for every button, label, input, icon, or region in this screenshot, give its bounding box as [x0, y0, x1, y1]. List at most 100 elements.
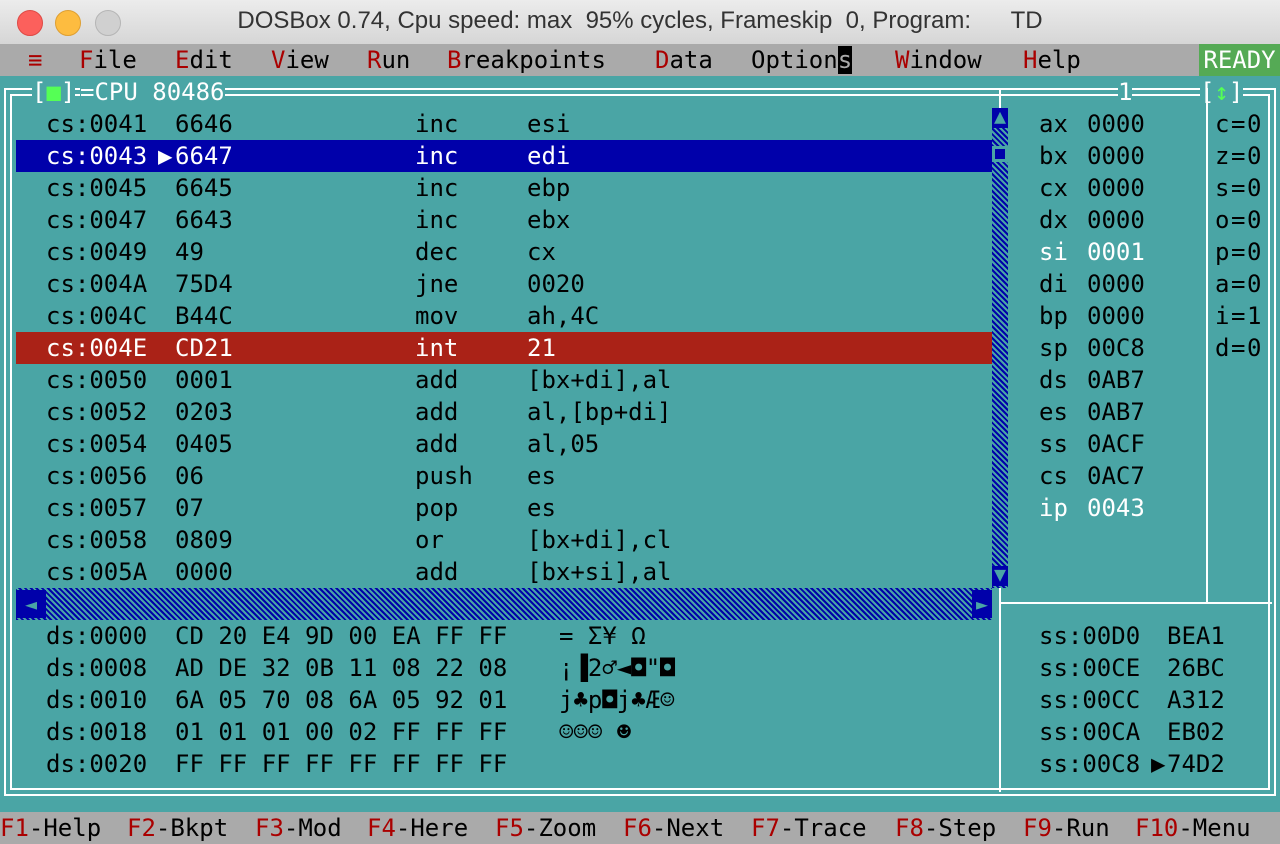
code-vertical-scrollbar[interactable] — [992, 108, 1008, 588]
menu-window[interactable]: Window — [895, 44, 982, 76]
code-mnemonic: inc — [415, 174, 459, 202]
register-name: sp — [1039, 334, 1068, 362]
flag-equals: = — [1231, 174, 1246, 202]
code-mnemonic: or — [415, 526, 444, 554]
fkey-label: -Mod — [283, 814, 342, 842]
fkey-label: -Next — [651, 814, 725, 842]
code-address: cs:0045 — [46, 174, 148, 202]
window-close-box[interactable]: [■] — [32, 76, 76, 108]
fkey-label: -Zoom — [523, 814, 597, 842]
scroll-thumb[interactable] — [992, 146, 1008, 162]
scroll-left-arrow-icon[interactable]: ◄ — [16, 590, 46, 618]
code-horizontal-scrollbar[interactable] — [16, 588, 992, 620]
register-name: cs — [1039, 462, 1068, 490]
code-address: cs:0047 — [46, 206, 148, 234]
status-indicator: READY — [1199, 44, 1280, 76]
code-bytes: 0203 — [175, 398, 233, 426]
dump-address: ds:0000 — [46, 622, 148, 650]
register-value: 0000 — [1087, 142, 1145, 170]
menu-help[interactable]: Help — [1023, 44, 1081, 76]
fkey-f1[interactable]: F1-Help — [0, 812, 101, 844]
stack-address: ss:00CC — [1039, 686, 1141, 714]
scroll-right-arrow-icon[interactable]: ► — [972, 590, 992, 618]
flag-equals: = — [1231, 302, 1246, 330]
stack-value: BEA1 — [1167, 622, 1225, 650]
flag-name: a — [1215, 270, 1230, 298]
stack-pointer-marker-icon: ▶ — [1151, 750, 1166, 778]
code-address: cs:0049 — [46, 238, 148, 266]
code-address: cs:0057 — [46, 494, 148, 522]
menu-data[interactable]: Data — [655, 44, 713, 76]
fkey-f10[interactable]: F10-Menu — [1135, 812, 1251, 844]
fkey-number: F1 — [0, 814, 29, 842]
fkey-f8[interactable]: F8-Step — [895, 812, 996, 844]
flag-name: p — [1215, 238, 1230, 266]
register-name: ax — [1039, 110, 1068, 138]
dump-bytes: AD DE 32 0B 11 08 22 08 — [175, 654, 508, 682]
code-bytes: 75D4 — [175, 270, 233, 298]
register-value: 0000 — [1087, 206, 1145, 234]
code-operands: al,05 — [527, 430, 600, 458]
register-name: bp — [1039, 302, 1068, 330]
menu-breakpoints[interactable]: Breakpoints — [447, 44, 606, 76]
dump-ascii: = Σ¥ Ω — [559, 622, 646, 650]
menu-options[interactable]: Options — [751, 44, 853, 76]
current-instruction-marker-icon: ▶ — [158, 142, 173, 170]
code-address: cs:0054 — [46, 430, 148, 458]
scroll-down-arrow-icon[interactable]: ▼ — [992, 564, 1008, 586]
dump-address: ds:0008 — [46, 654, 148, 682]
code-operands: ebx — [527, 206, 571, 234]
code-address: cs:004A — [46, 270, 148, 298]
code-address: cs:005A — [46, 558, 148, 586]
flag-value: 0 — [1247, 174, 1262, 202]
code-bytes: 49 — [175, 238, 204, 266]
menu-run[interactable]: Run — [367, 44, 410, 76]
flag-name: z — [1215, 142, 1230, 170]
fkey-f4[interactable]: F4-Here — [367, 812, 468, 844]
window-title: =CPU 80486 — [80, 76, 225, 108]
fkey-number: F7 — [751, 814, 780, 842]
code-address: cs:004C — [46, 302, 148, 330]
code-bytes: 6643 — [175, 206, 233, 234]
code-bytes: 0000 — [175, 558, 233, 586]
system-menu[interactable]: ≡ — [28, 44, 42, 76]
dump-ascii: j♣p◘j♣Æ☺ — [559, 686, 675, 714]
flag-value: 0 — [1247, 142, 1262, 170]
cpu-window: [■] =CPU 80486 1 [↕] cs:00416646incesics… — [0, 76, 1280, 812]
fkey-label: -Menu — [1178, 814, 1251, 842]
breakpoint-line-highlight — [16, 332, 992, 364]
code-operands: 0020 — [527, 270, 585, 298]
fkey-f6[interactable]: F6-Next — [623, 812, 724, 844]
menu-view[interactable]: View — [271, 44, 329, 76]
menu-edit[interactable]: Edit — [175, 44, 233, 76]
code-operands: edi — [527, 142, 571, 170]
code-mnemonic: add — [415, 558, 459, 586]
register-value: 0001 — [1087, 238, 1145, 266]
divider-registers-flags — [1206, 88, 1208, 602]
dump-ascii: ¡▐2♂◄◘"◘ — [559, 654, 675, 682]
code-address: cs:0052 — [46, 398, 148, 426]
flag-name: s — [1215, 174, 1230, 202]
stack-address: ss:00D0 — [1039, 622, 1141, 650]
fkey-f7[interactable]: F7-Trace — [751, 812, 867, 844]
fkey-f5[interactable]: F5-Zoom — [495, 812, 596, 844]
code-mnemonic: inc — [415, 110, 459, 138]
scroll-up-arrow-icon[interactable]: ▲ — [992, 106, 1008, 128]
code-operands: ebp — [527, 174, 571, 202]
flag-value: 0 — [1247, 334, 1262, 362]
code-bytes: 6645 — [175, 174, 233, 202]
flag-equals: = — [1231, 110, 1246, 138]
fkey-number: F5 — [495, 814, 524, 842]
fkey-label: -Here — [395, 814, 469, 842]
divider-registers-stack — [999, 602, 1272, 604]
flag-name: d — [1215, 334, 1230, 362]
fkey-f3[interactable]: F3-Mod — [255, 812, 342, 844]
window-title: DOSBox 0.74, Cpu speed: max 95% cycles, … — [237, 7, 1043, 34]
fkey-f2[interactable]: F2-Bkpt — [127, 812, 228, 844]
register-value: 0AC7 — [1087, 462, 1145, 490]
code-operands: [bx+di],cl — [527, 526, 672, 554]
flag-value: 0 — [1247, 110, 1262, 138]
menu-file[interactable]: File — [79, 44, 137, 76]
register-name: bx — [1039, 142, 1068, 170]
fkey-f9[interactable]: F9-Run — [1023, 812, 1110, 844]
